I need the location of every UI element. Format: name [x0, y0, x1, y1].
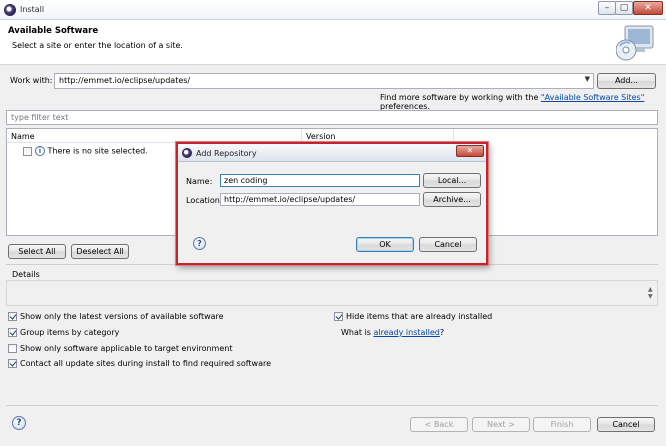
finish-button[interactable]: Finish: [533, 417, 591, 432]
latest-versions-checkbox[interactable]: [8, 312, 17, 321]
repository-name-input[interactable]: zen coding: [220, 174, 420, 187]
details-label: Details: [12, 270, 40, 279]
deselect-all-button[interactable]: Deselect All: [71, 244, 129, 259]
local-button[interactable]: Local...: [423, 173, 481, 188]
option-group-category[interactable]: Group items by category: [8, 328, 119, 337]
details-box: [6, 280, 658, 306]
column-header-version[interactable]: Version: [302, 129, 454, 143]
archive-button[interactable]: Archive...: [423, 192, 481, 207]
repository-name-value: zen coding: [224, 176, 268, 185]
row-checkbox[interactable]: [23, 146, 32, 156]
filter-input[interactable]: type filter text: [6, 110, 658, 125]
table-row[interactable]: i There is no site selected.: [23, 146, 148, 156]
back-button[interactable]: < Back: [410, 417, 468, 432]
close-icon[interactable]: ✕: [456, 145, 484, 157]
details-scroll-icon[interactable]: ▲ ▼: [648, 286, 653, 300]
group-category-checkbox[interactable]: [8, 328, 17, 337]
contact-sites-label: Contact all update sites during install …: [20, 359, 272, 368]
repository-location-value: http://emmet.io/eclipse/updates/: [224, 195, 356, 204]
repository-location-input[interactable]: http://emmet.io/eclipse/updates/: [220, 193, 420, 206]
column-header-name[interactable]: Name: [7, 129, 302, 143]
chevron-down-icon[interactable]: ▼: [585, 75, 590, 83]
add-repository-dialog: Add Repository ✕ Name: zen coding Local.…: [176, 142, 488, 265]
help-icon[interactable]: ?: [193, 237, 206, 250]
help-icon[interactable]: ?: [12, 416, 26, 430]
find-more-prefix: Find more software by working with the: [380, 93, 541, 102]
option-contact-sites[interactable]: Contact all update sites during install …: [8, 359, 271, 368]
window-titlebar: [0, 0, 666, 20]
available-software-sites-link[interactable]: "Available Software Sites": [541, 93, 644, 102]
find-more-text: Find more software by working with the "…: [380, 93, 666, 111]
install-cd-icon: [616, 25, 654, 61]
close-icon[interactable]: ✕: [633, 1, 663, 15]
already-installed-link[interactable]: already installed: [374, 328, 440, 337]
contact-sites-checkbox[interactable]: [8, 359, 17, 368]
info-icon: i: [35, 146, 45, 156]
next-button[interactable]: Next >: [472, 417, 530, 432]
page-subtitle: Select a site or enter the location of a…: [12, 41, 183, 50]
minimize-icon[interactable]: –: [598, 1, 616, 15]
add-site-button[interactable]: Add...: [597, 73, 656, 89]
maximize-icon[interactable]: ▢: [615, 1, 633, 15]
location-label: Location:: [186, 196, 223, 205]
what-is-suffix: ?: [439, 328, 445, 337]
cancel-button[interactable]: Cancel: [597, 417, 655, 432]
latest-versions-label: Show only the latest versions of availab…: [20, 312, 224, 321]
work-with-label: Work with:: [10, 76, 53, 85]
dialog-title: Add Repository: [196, 149, 257, 158]
work-with-combo[interactable]: http://emmet.io/eclipse/updates/ ▼: [54, 73, 594, 89]
what-is-prefix: What is: [341, 328, 374, 337]
eclipse-icon: [4, 4, 16, 16]
hide-installed-label: Hide items that are already installed: [346, 312, 493, 321]
name-label: Name:: [186, 177, 213, 186]
work-with-value: http://emmet.io/eclipse/updates/: [59, 76, 191, 85]
group-category-label: Group items by category: [20, 328, 120, 337]
select-all-button[interactable]: Select All: [8, 244, 66, 259]
option-hide-installed[interactable]: Hide items that are already installed: [334, 312, 492, 321]
target-env-checkbox[interactable]: [8, 344, 17, 353]
target-env-label: Show only software applicable to target …: [20, 344, 233, 353]
ok-button[interactable]: OK: [356, 237, 414, 252]
option-target-env[interactable]: Show only software applicable to target …: [8, 344, 232, 353]
option-latest-versions[interactable]: Show only the latest versions of availab…: [8, 312, 224, 321]
what-is-installed-text: What is already installed?: [341, 328, 444, 337]
hide-installed-checkbox[interactable]: [334, 312, 343, 321]
page-title: Available Software: [8, 26, 99, 36]
eclipse-icon: [182, 148, 192, 158]
dialog-cancel-button[interactable]: Cancel: [419, 237, 477, 252]
no-site-text: There is no site selected.: [47, 146, 148, 156]
footer-divider: [6, 405, 658, 406]
window-title: Install: [20, 5, 45, 14]
